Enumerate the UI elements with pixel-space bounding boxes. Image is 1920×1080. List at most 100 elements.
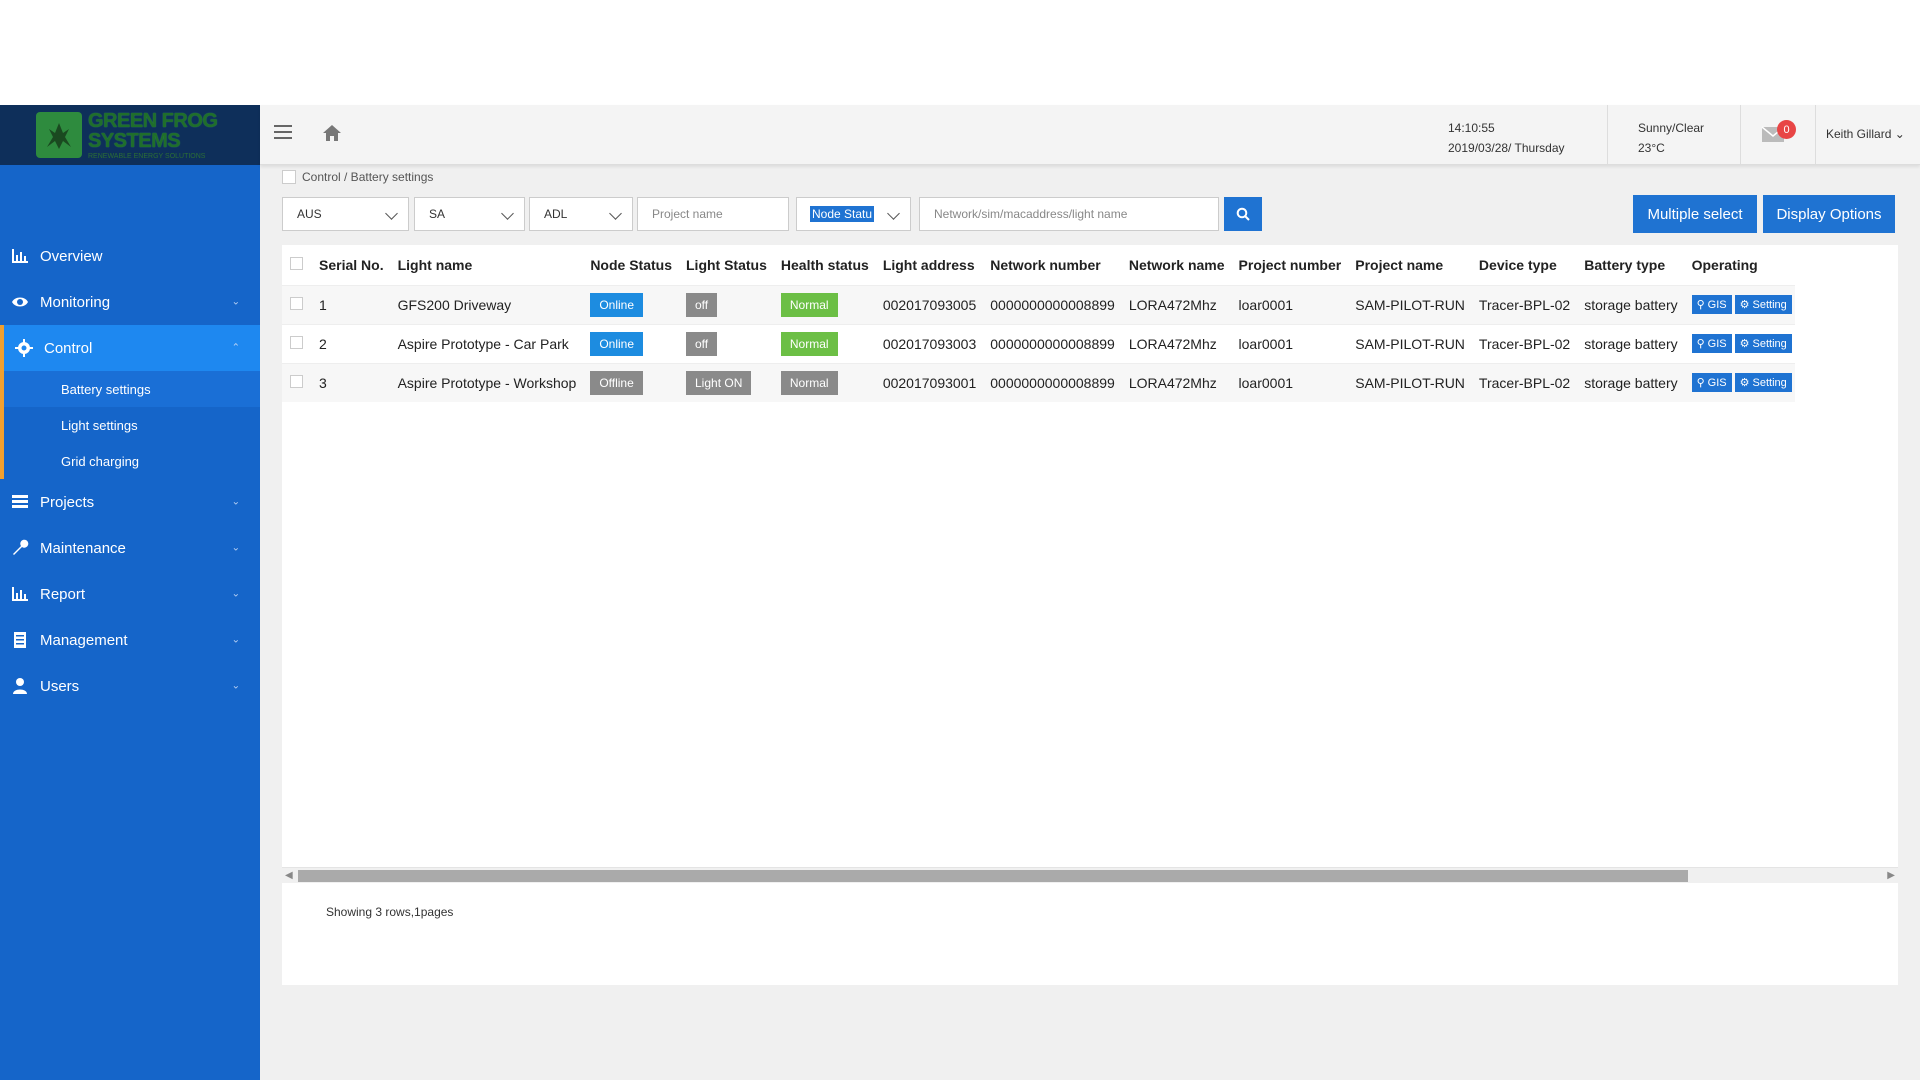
setting-label: Setting xyxy=(1752,376,1787,389)
state-select[interactable]: SA xyxy=(414,197,525,231)
cell-project-number: loar0001 xyxy=(1231,323,1349,363)
column-header[interactable]: Project number xyxy=(1232,245,1349,285)
row-checkbox[interactable] xyxy=(290,374,303,388)
search-input[interactable] xyxy=(919,197,1219,231)
city-select[interactable]: ADL xyxy=(529,197,633,231)
table-row[interactable]: 1 GFS200 Driveway Online off Normal 0020… xyxy=(282,284,1795,324)
chevron-down-icon xyxy=(501,207,514,220)
cell-light-address: 002017093001 xyxy=(875,362,984,402)
sidebar-item-users[interactable]: Users ⌄ xyxy=(0,663,260,709)
multiple-select-button[interactable]: Multiple select xyxy=(1633,195,1757,233)
brand-logo[interactable]: GREEN FROG SYSTEMS RENEWABLE ENERGY SOLU… xyxy=(0,105,260,165)
gis-button[interactable]: ⚲ GIS xyxy=(1691,334,1732,353)
clock-time: 14:10:55 xyxy=(1448,121,1495,135)
cell-battery-type: storage battery xyxy=(1577,323,1685,363)
column-header[interactable]: Network number xyxy=(983,245,1122,285)
column-header[interactable]: Serial No. xyxy=(312,245,391,285)
sidebar-item-projects[interactable]: Projects ⌄ xyxy=(0,479,260,525)
cell-project-name: SAM-PILOT-RUN xyxy=(1348,284,1472,324)
column-header[interactable]: Battery type xyxy=(1577,245,1684,285)
user-icon xyxy=(10,676,30,696)
gis-button[interactable]: ⚲ GIS xyxy=(1691,373,1732,393)
notification-badge: 0 xyxy=(1777,120,1796,139)
cell-project-number: loar0001 xyxy=(1231,284,1349,324)
node-status-value: Node Statu xyxy=(810,206,875,222)
chevron-down-icon xyxy=(887,207,900,220)
cell-network-number: 0000000000008899 xyxy=(983,284,1122,324)
column-header[interactable]: Light Status xyxy=(679,245,774,285)
city-value: ADL xyxy=(544,207,568,221)
search-button[interactable] xyxy=(1224,197,1262,231)
cell-serial: 1 xyxy=(312,284,391,324)
submenu-battery-settings[interactable]: Battery settings xyxy=(4,371,260,407)
sidebar: GREEN FROG SYSTEMS RENEWABLE ENERGY SOLU… xyxy=(0,105,260,1080)
gis-button[interactable]: ⚲ GIS xyxy=(1691,295,1732,314)
sidebar-item-monitoring[interactable]: Monitoring ⌄ xyxy=(0,279,260,325)
submenu-light-settings[interactable]: Light settings xyxy=(4,407,260,443)
pagination-info: Showing 3 rows,1pages xyxy=(326,905,454,919)
sidebar-item-label: Monitoring xyxy=(40,293,111,311)
scrollbar-thumb[interactable] xyxy=(298,870,1688,882)
cell-battery-type: storage battery xyxy=(1577,284,1685,324)
bar-chart-icon xyxy=(10,246,30,266)
column-header[interactable]: Node Status xyxy=(583,245,679,285)
node-status-select[interactable]: Node Statu xyxy=(796,197,911,231)
sidebar-item-management[interactable]: Management ⌄ xyxy=(0,617,260,663)
setting-button[interactable]: ⚙ Setting xyxy=(1734,373,1792,393)
table-row[interactable]: 2 Aspire Prototype - Car Park Online off… xyxy=(282,323,1795,363)
health-status-badge: Normal xyxy=(780,292,838,317)
chevron-down-icon: ⌄ xyxy=(231,634,240,646)
health-status-badge: Normal xyxy=(780,331,838,356)
map-pin-icon: ⚲ xyxy=(1696,377,1705,390)
submenu-grid-charging[interactable]: Grid charging xyxy=(4,443,260,479)
column-header[interactable]: Health status xyxy=(774,245,876,285)
cell-battery-type: storage battery xyxy=(1577,362,1685,402)
column-header[interactable]: Project name xyxy=(1348,245,1472,285)
cell-light-name: GFS200 Driveway xyxy=(390,284,584,324)
setting-button[interactable]: ⚙ Setting xyxy=(1734,334,1792,353)
horizontal-scrollbar[interactable]: ◀ ▶ xyxy=(282,867,1898,883)
row-checkbox[interactable] xyxy=(290,335,303,349)
sidebar-item-maintenance[interactable]: Maintenance ⌄ xyxy=(0,525,260,571)
cell-device-type: Tracer-BPL-02 xyxy=(1471,323,1578,363)
scroll-left-icon[interactable]: ◀ xyxy=(285,870,293,881)
table-row[interactable]: 3 Aspire Prototype - Workshop Offline Li… xyxy=(282,362,1795,402)
user-name: Keith Gillard xyxy=(1826,127,1892,141)
cell-network-name: LORA472Mhz xyxy=(1121,362,1232,402)
sidebar-nav: Overview Monitoring ⌄ Control ⌃ Battery … xyxy=(0,233,260,709)
clock-date: 2019/03/28/ Thursday xyxy=(1448,141,1565,155)
column-header[interactable]: Light address xyxy=(876,245,983,285)
light-status-badge: Light ON xyxy=(686,370,752,395)
cell-project-number: loar0001 xyxy=(1231,362,1349,402)
hamburger-menu-icon[interactable] xyxy=(274,125,292,143)
gis-label: GIS xyxy=(1707,298,1727,311)
cell-project-name: SAM-PILOT-RUN xyxy=(1348,323,1472,363)
display-options-button[interactable]: Display Options xyxy=(1763,195,1895,233)
user-menu[interactable]: Keith Gillard ⌄ xyxy=(1826,127,1905,141)
column-header[interactable]: Light name xyxy=(391,245,584,285)
breadcrumb-checkbox xyxy=(282,170,296,184)
country-select[interactable]: AUS xyxy=(282,197,409,231)
scroll-right-icon[interactable]: ▶ xyxy=(1887,870,1895,881)
select-all-checkbox[interactable] xyxy=(290,256,303,270)
country-value: AUS xyxy=(297,207,322,221)
sidebar-item-control[interactable]: Control ⌃ xyxy=(0,325,260,371)
health-status-badge: Normal xyxy=(780,370,838,395)
gear-icon xyxy=(14,338,34,358)
header-divider xyxy=(1740,105,1741,165)
chevron-down-icon: ⌄ xyxy=(231,542,240,554)
node-status-badge: Online xyxy=(590,331,643,356)
light-table: Serial No. Light name Node Status Light … xyxy=(282,245,1795,402)
setting-button[interactable]: ⚙ Setting xyxy=(1734,295,1792,314)
chevron-down-icon: ⌄ xyxy=(231,496,240,508)
sidebar-item-overview[interactable]: Overview xyxy=(0,233,260,279)
sidebar-item-report[interactable]: Report ⌄ xyxy=(0,571,260,617)
node-status-badge: Online xyxy=(590,292,643,317)
home-icon[interactable] xyxy=(322,123,342,143)
column-header[interactable]: Operating xyxy=(1685,245,1795,285)
row-checkbox[interactable] xyxy=(290,296,303,310)
project-name-input[interactable] xyxy=(637,197,789,231)
column-header[interactable]: Device type xyxy=(1472,245,1577,285)
gis-label: GIS xyxy=(1707,337,1727,350)
column-header[interactable]: Network name xyxy=(1122,245,1232,285)
